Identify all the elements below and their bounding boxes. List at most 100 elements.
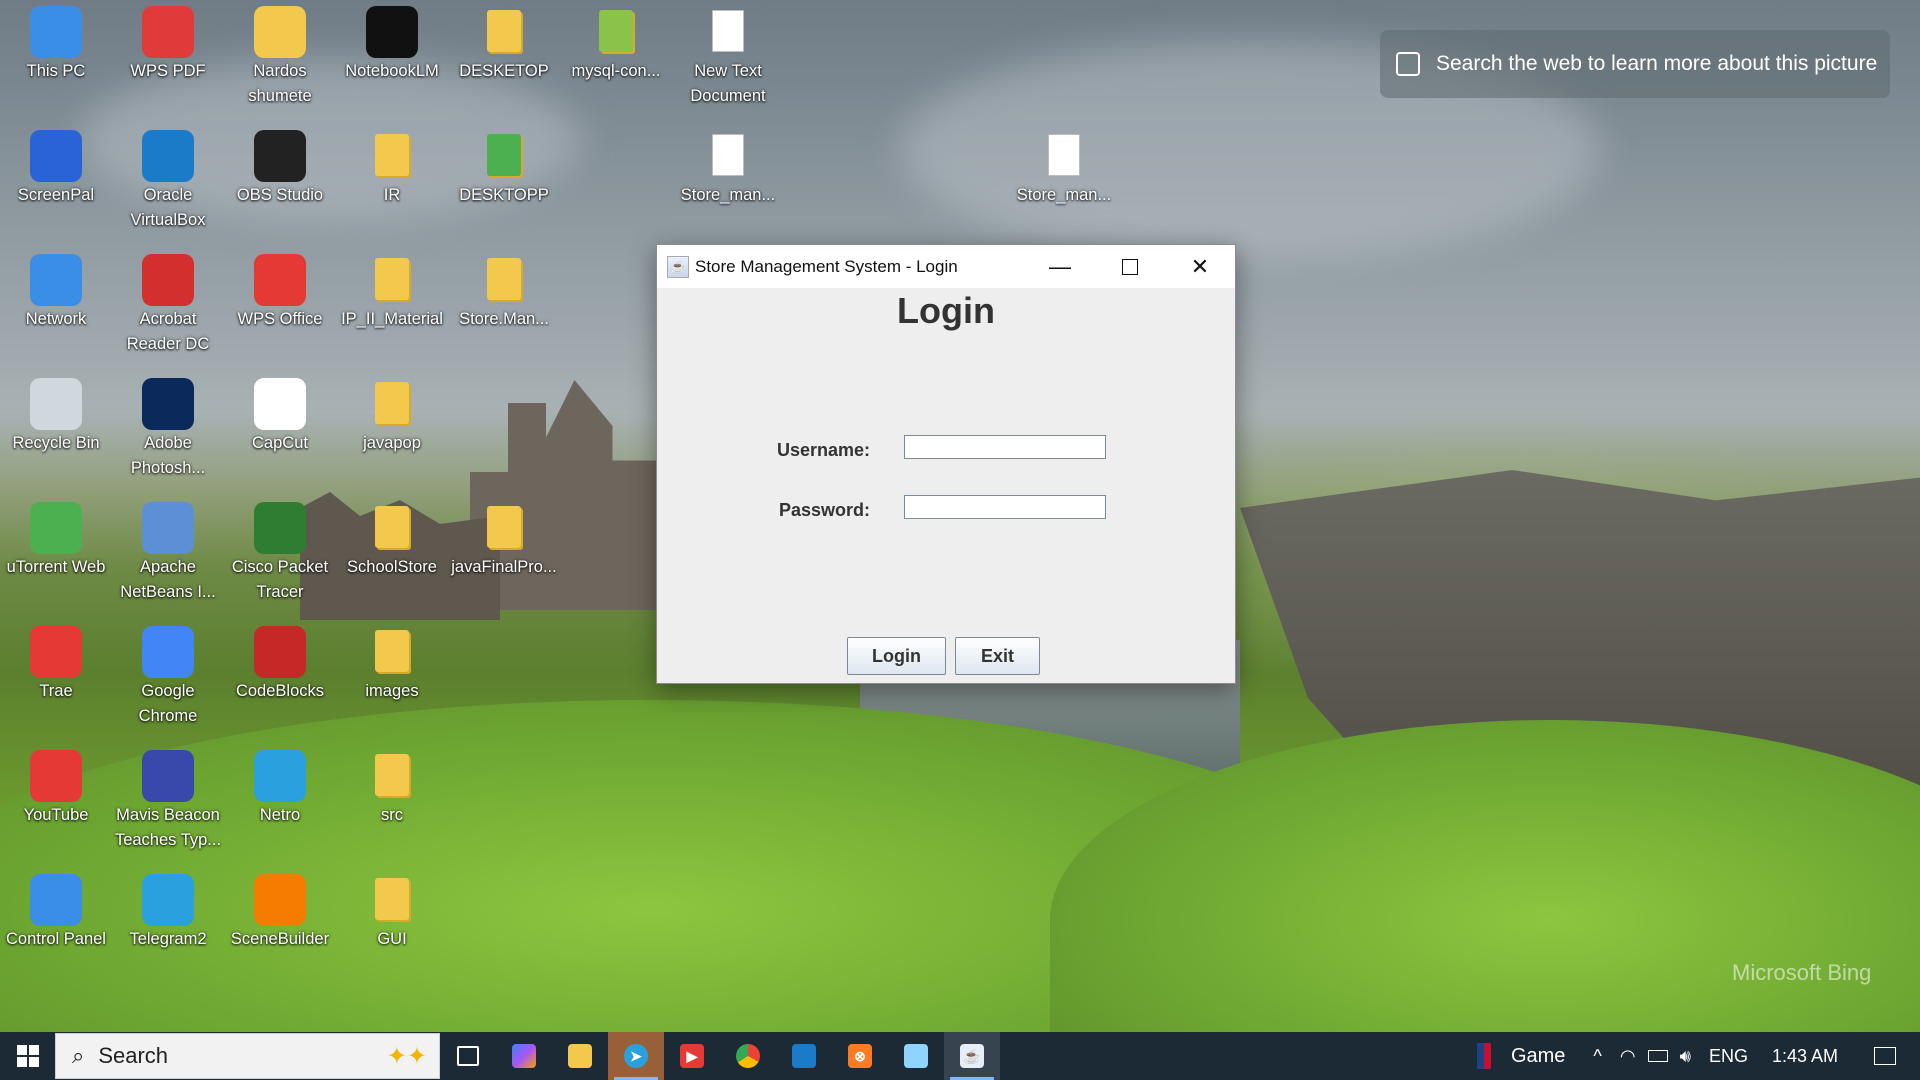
login-button[interactable]: Login bbox=[847, 637, 946, 675]
desktop-icon[interactable]: images bbox=[336, 622, 448, 704]
nba-icon[interactable] bbox=[1476, 1043, 1491, 1069]
desktop-icon[interactable]: CodeBlocks bbox=[224, 622, 336, 704]
desktop-icon[interactable]: CapCut bbox=[224, 374, 336, 456]
utorrent-icon bbox=[30, 502, 82, 554]
desktop-icon[interactable]: Recycle Bin bbox=[0, 374, 112, 456]
desktop-icon[interactable]: DESKETOP bbox=[448, 2, 560, 84]
desktop-icon[interactable]: SceneBuilder bbox=[224, 870, 336, 952]
file-explorer-button[interactable] bbox=[552, 1032, 608, 1080]
text-document-icon bbox=[712, 10, 744, 52]
desktop-icon[interactable]: Store_man... bbox=[1008, 126, 1120, 208]
user-folder-icon bbox=[254, 6, 306, 58]
desktop-icon[interactable]: YouTube bbox=[0, 746, 112, 828]
desktop-icon-label: Control Panel bbox=[6, 930, 106, 948]
desktop-icon[interactable]: Cisco Packet Tracer bbox=[224, 498, 336, 605]
close-button[interactable]: ✕ bbox=[1165, 245, 1235, 288]
desktop-icon[interactable]: IP_II_Material bbox=[336, 250, 448, 332]
desktop: Microsoft Bing Search the web to learn m… bbox=[0, 0, 1920, 1032]
xampp-taskbar-button[interactable]: ⊗ bbox=[832, 1032, 888, 1080]
taskbar-search[interactable]: ⌕ Search ✦✦ bbox=[55, 1033, 440, 1079]
desktop-icon[interactable]: Mavis Beacon Teaches Typ... bbox=[112, 746, 224, 853]
notepad-taskbar-button[interactable] bbox=[888, 1032, 944, 1080]
chevron-up-icon[interactable]: ^ bbox=[1593, 1046, 1601, 1067]
trae-icon bbox=[30, 626, 82, 678]
language-indicator[interactable]: ENG bbox=[1709, 1046, 1748, 1067]
desktop-icon[interactable]: IR bbox=[336, 126, 448, 208]
telegram-icon bbox=[254, 750, 306, 802]
desktop-icon[interactable]: SchoolStore bbox=[336, 498, 448, 580]
window-titlebar[interactable]: ☕ Store Management System - Login — ✕ bbox=[657, 245, 1235, 288]
login-heading: Login bbox=[897, 290, 995, 331]
desktop-icon[interactable]: javapop bbox=[336, 374, 448, 456]
desktop-icon[interactable]: WPS PDF bbox=[112, 2, 224, 84]
clock[interactable]: 1:43 AM bbox=[1772, 1046, 1838, 1067]
login-window: ☕ Store Management System - Login — ✕ Lo… bbox=[656, 244, 1236, 684]
desktop-icon[interactable]: Trae bbox=[0, 622, 112, 704]
desktop-icon[interactable]: Network bbox=[0, 250, 112, 332]
desktop-icon[interactable]: javaFinalPro... bbox=[448, 498, 560, 580]
desktop-icon[interactable]: Adobe Photosh... bbox=[112, 374, 224, 481]
capcut-icon bbox=[254, 378, 306, 430]
desktop-icon-label: DESKETOP bbox=[459, 62, 549, 80]
desktop-icon[interactable]: Oracle VirtualBox bbox=[112, 126, 224, 233]
notification-icon[interactable] bbox=[1874, 1047, 1896, 1065]
desktop-icon[interactable]: Control Panel bbox=[0, 870, 112, 952]
desktop-icon[interactable]: OBS Studio bbox=[224, 126, 336, 208]
windows-logo-icon bbox=[16, 1045, 39, 1067]
youtube-taskbar-button[interactable]: ▶ bbox=[664, 1032, 720, 1080]
desktop-icon[interactable]: This PC bbox=[0, 2, 112, 84]
desktop-icon-label: CapCut bbox=[252, 434, 308, 452]
desktop-icon-label: ScreenPal bbox=[17, 186, 95, 204]
telegram-taskbar-button[interactable]: ➤ bbox=[608, 1032, 664, 1080]
desktop-icon[interactable]: Google Chrome bbox=[112, 622, 224, 729]
desktop-icon[interactable]: Acrobat Reader DC bbox=[112, 250, 224, 357]
java-cup-icon: ☕ bbox=[667, 255, 689, 278]
scenebuilder-icon bbox=[254, 874, 306, 926]
desktop-icon[interactable]: Netro bbox=[224, 746, 336, 828]
start-button[interactable] bbox=[0, 1032, 55, 1080]
maximize-button[interactable] bbox=[1095, 245, 1165, 288]
control-panel-icon bbox=[30, 874, 82, 926]
game-widget[interactable]: Game bbox=[1511, 1045, 1565, 1068]
desktop-icon[interactable]: src bbox=[336, 746, 448, 828]
java-app-taskbar-button[interactable]: ☕ bbox=[944, 1032, 1000, 1080]
battery-icon[interactable] bbox=[1647, 1050, 1668, 1062]
search-picture-hint[interactable]: Search the web to learn more about this … bbox=[1380, 30, 1890, 98]
desktop-icon[interactable]: GUI bbox=[336, 870, 448, 952]
desktop-icon[interactable]: Apache NetBeans I... bbox=[112, 498, 224, 605]
volume-icon[interactable]: 🔊︎ bbox=[1680, 1046, 1691, 1067]
password-field[interactable] bbox=[904, 495, 1106, 519]
desktop-icon-label: IR bbox=[383, 186, 401, 204]
desktop-icon-label: uTorrent Web bbox=[6, 558, 106, 576]
wps-office-icon bbox=[254, 254, 306, 306]
minimize-button[interactable]: — bbox=[1025, 245, 1095, 288]
desktop-icon[interactable]: ScreenPal bbox=[0, 126, 112, 208]
desktop-icon[interactable]: WPS Office bbox=[224, 250, 336, 332]
wifi-icon[interactable]: ◠ bbox=[1620, 1046, 1636, 1067]
desktop-icon-label: GUI bbox=[377, 930, 407, 948]
text-document-icon bbox=[712, 134, 744, 176]
chrome-taskbar-button[interactable] bbox=[720, 1032, 776, 1080]
desktop-icon-label: Store_man... bbox=[680, 186, 776, 204]
chrome-icon bbox=[736, 1044, 760, 1068]
desktop-icon[interactable]: Store_man... bbox=[672, 126, 784, 208]
desktop-icon[interactable]: mysql-con... bbox=[560, 2, 672, 84]
desktop-icon-label: Trae bbox=[39, 682, 73, 700]
xampp-icon: ⊗ bbox=[848, 1044, 872, 1068]
file-explorer-icon bbox=[568, 1044, 592, 1068]
desktop-icon[interactable]: New Text Document bbox=[672, 2, 784, 109]
obs-studio-icon bbox=[254, 130, 306, 182]
desktop-icon[interactable]: Store.Man... bbox=[448, 250, 560, 332]
desktop-icon[interactable]: uTorrent Web bbox=[0, 498, 112, 580]
task-view-button[interactable] bbox=[440, 1032, 496, 1080]
desktop-icon[interactable]: DESKTOPP bbox=[448, 126, 560, 208]
desktop-icon[interactable]: NotebookLM bbox=[336, 2, 448, 84]
desktop-icon[interactable]: Telegram2 bbox=[112, 870, 224, 952]
desktop-icon-label: src bbox=[381, 806, 403, 824]
desktop-icon-label: mysql-con... bbox=[571, 62, 661, 80]
username-field[interactable] bbox=[904, 435, 1106, 459]
copilot-button[interactable] bbox=[496, 1032, 552, 1080]
virtualbox-taskbar-button[interactable] bbox=[776, 1032, 832, 1080]
exit-button[interactable]: Exit bbox=[955, 637, 1040, 675]
desktop-icon[interactable]: Nardos shumete bbox=[224, 2, 336, 109]
